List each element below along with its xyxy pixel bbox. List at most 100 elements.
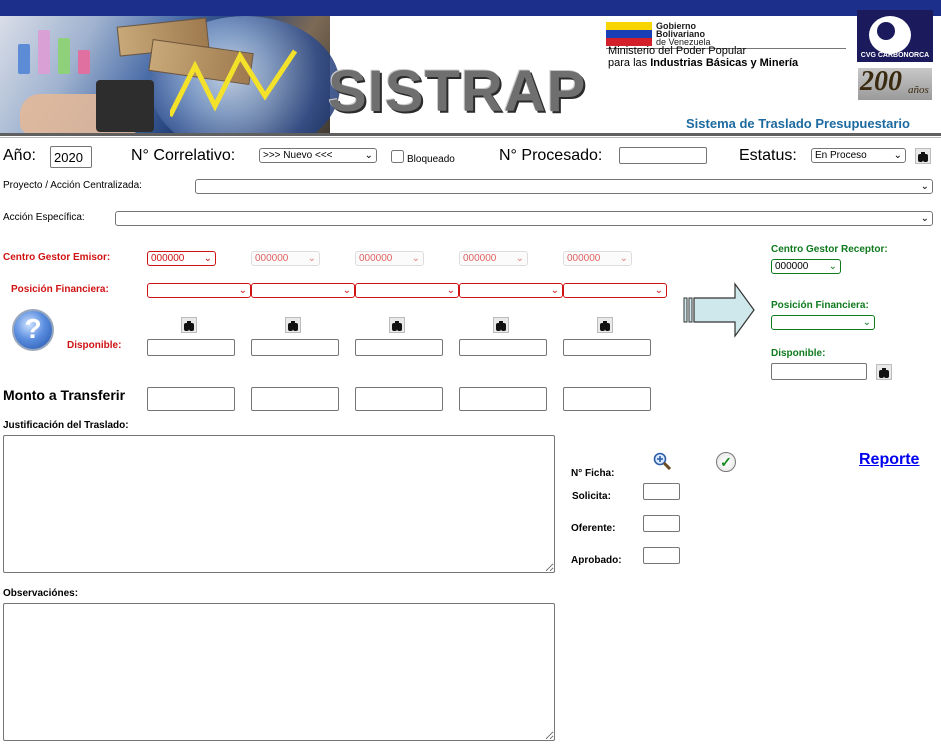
- proyecto-select[interactable]: ⌄: [195, 179, 933, 194]
- ficha-label: N° Ficha:: [571, 468, 615, 479]
- aprobado-input[interactable]: [643, 547, 680, 564]
- chart-bar-image: [58, 38, 70, 74]
- posicion-select-5[interactable]: ⌄: [563, 283, 667, 298]
- bloqueado-label: Bloqueado: [407, 154, 455, 165]
- chevron-down-icon: ⌄: [411, 253, 420, 264]
- binoculars-icon[interactable]: [493, 317, 509, 333]
- correlativo-select[interactable]: >>> Nuevo <<< ⌄: [259, 148, 377, 163]
- help-icon[interactable]: ?: [12, 309, 54, 351]
- solicita-input[interactable]: [643, 483, 680, 500]
- reporte-link[interactable]: Reporte: [859, 451, 919, 469]
- centro-emisor-value-1: 000000: [151, 253, 185, 264]
- binoculars-icon[interactable]: [181, 317, 197, 333]
- anniversary-word: años: [908, 84, 929, 96]
- chevron-down-icon: ⌄: [920, 213, 929, 224]
- centro-emisor-select-2[interactable]: 000000 ⌄: [251, 251, 320, 266]
- monto-input-3[interactable]: [355, 387, 443, 411]
- header-divider-thin: [0, 137, 941, 138]
- posicion-select-1[interactable]: ⌄: [147, 283, 251, 298]
- header-top-bar: [0, 0, 941, 16]
- accion-label: Acción Específica:: [3, 212, 85, 223]
- chevron-down-icon: ⌄: [342, 285, 351, 296]
- app-subtitle: Sistema de Traslado Presupuestario: [686, 116, 910, 131]
- chevron-down-icon: ⌄: [515, 253, 524, 264]
- centro-emisor-select-5[interactable]: 000000 ⌄: [563, 251, 632, 266]
- centro-emisor-label: Centro Gestor Emisor:: [3, 252, 111, 263]
- disponible-input-5[interactable]: [563, 339, 651, 356]
- disponible-input-1[interactable]: [147, 339, 235, 356]
- binoculars-icon[interactable]: [597, 317, 613, 333]
- ministry-line2-bold: Industrias Básicas y Minería: [650, 57, 799, 69]
- chevron-down-icon: ⌄: [550, 285, 559, 296]
- chevron-down-icon: ⌄: [364, 150, 373, 161]
- posicion-select-2[interactable]: ⌄: [251, 283, 355, 298]
- disponible-input-3[interactable]: [355, 339, 443, 356]
- chevron-down-icon: ⌄: [238, 285, 247, 296]
- venezuela-flag-icon: [606, 22, 652, 46]
- app-logo-text: SISTRAP: [328, 58, 586, 125]
- centro-receptor-select[interactable]: 000000 ⌄: [771, 259, 841, 274]
- monto-label: Monto a Transferir: [3, 387, 126, 403]
- centro-emisor-value-4: 000000: [463, 253, 497, 264]
- monto-input-4[interactable]: [459, 387, 547, 411]
- correlativo-value: >>> Nuevo <<<: [263, 150, 333, 161]
- disponible-label: Disponible:: [67, 340, 122, 351]
- observaciones-label: Observaciónes:: [3, 588, 79, 599]
- centro-emisor-select-1[interactable]: 000000 ⌄: [147, 251, 216, 266]
- centro-emisor-value-3: 000000: [359, 253, 393, 264]
- oferente-label: Oferente:: [571, 523, 616, 534]
- centro-emisor-select-4[interactable]: 000000 ⌄: [459, 251, 528, 266]
- monto-input-2[interactable]: [251, 387, 339, 411]
- logo-label: CVG CARBONORCA: [860, 52, 930, 59]
- chevron-down-icon: ⌄: [828, 261, 837, 272]
- estatus-label: Estatus:: [739, 147, 797, 164]
- disponible-input-2[interactable]: [251, 339, 339, 356]
- chevron-down-icon: ⌄: [203, 253, 212, 264]
- chart-bar-image: [78, 50, 90, 74]
- chart-bar-image: [18, 44, 30, 74]
- binoculars-icon[interactable]: [285, 317, 301, 333]
- observaciones-textarea[interactable]: [3, 603, 555, 741]
- anio-label: Año:: [3, 147, 36, 164]
- estatus-select[interactable]: En Proceso ⌄: [811, 148, 906, 163]
- procesado-input[interactable]: [619, 147, 707, 164]
- justificacion-textarea[interactable]: [3, 435, 555, 573]
- binoculars-icon[interactable]: [389, 317, 405, 333]
- centro-emisor-value-5: 000000: [567, 253, 601, 264]
- oferente-input[interactable]: [643, 515, 680, 532]
- binoculars-icon[interactable]: [876, 364, 892, 380]
- transfer-arrow-icon: [683, 282, 755, 338]
- receptor-posicion-select[interactable]: ⌄: [771, 315, 875, 330]
- chevron-down-icon: ⌄: [893, 150, 902, 161]
- chevron-down-icon: ⌄: [619, 253, 628, 264]
- header-banner: SISTRAP Gobierno Bolivariano de Venezuel…: [0, 0, 941, 136]
- proyecto-label: Proyecto / Acción Centralizada:: [3, 180, 142, 191]
- ministry-line2-prefix: para las: [608, 57, 651, 69]
- posicion-financiera-label: Posición Financiera:: [11, 284, 109, 295]
- posicion-select-3[interactable]: ⌄: [355, 283, 459, 298]
- aprobado-label: Aprobado:: [571, 555, 622, 566]
- monto-input-5[interactable]: [563, 387, 651, 411]
- monto-input-1[interactable]: [147, 387, 235, 411]
- check-icon[interactable]: ✓: [716, 452, 736, 472]
- zoom-in-icon[interactable]: [653, 452, 671, 470]
- anniversary-number: 200: [860, 66, 902, 97]
- receptor-disponible-label: Disponible:: [771, 348, 826, 359]
- receptor-posicion-label: Posición Financiera:: [771, 300, 869, 311]
- centro-receptor-value: 000000: [775, 261, 809, 272]
- accion-select[interactable]: ⌄: [115, 211, 933, 226]
- anio-input[interactable]: [50, 146, 92, 168]
- chevron-down-icon: ⌄: [862, 317, 871, 328]
- receptor-disponible-input[interactable]: [771, 363, 867, 380]
- binoculars-icon[interactable]: [915, 148, 931, 164]
- chart-bar-image: [38, 30, 50, 74]
- centro-receptor-label: Centro Gestor Receptor:: [771, 244, 888, 255]
- disponible-input-4[interactable]: [459, 339, 547, 356]
- header-divider: [0, 133, 941, 136]
- ministry-line2: para las Industrias Básicas y Minería: [608, 58, 798, 69]
- justificacion-label: Justificación del Traslado:: [3, 420, 129, 431]
- posicion-select-4[interactable]: ⌄: [459, 283, 563, 298]
- bloqueado-checkbox[interactable]: [391, 150, 404, 163]
- carbonorca-logo-core-icon: [877, 22, 895, 40]
- centro-emisor-select-3[interactable]: 000000 ⌄: [355, 251, 424, 266]
